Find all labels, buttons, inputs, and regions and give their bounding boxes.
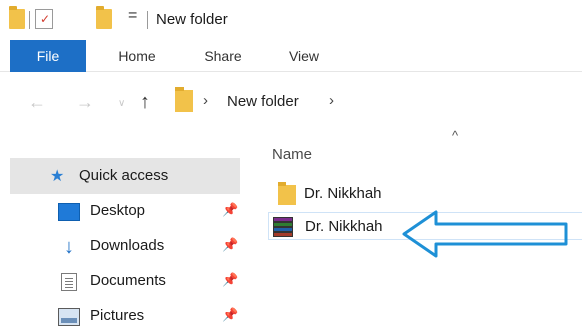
sidebar-item-desktop[interactable]: Desktop 📌 [58,200,248,224]
file-name: Dr. Nikkhah [304,185,382,202]
title-bar: ✓ = New folder [0,0,582,40]
file-name: Dr. Nikkhah [305,218,383,235]
forward-arrow-icon[interactable]: → [76,90,94,114]
desktop-icon [58,203,80,221]
breadcrumb-chevron-icon[interactable]: › [329,92,334,109]
documents-icon [61,273,77,291]
tab-share[interactable]: Share [188,40,258,72]
annotation-arrow [402,210,568,258]
properties-icon[interactable]: ✓ [35,9,53,29]
breadcrumb-new-folder[interactable]: New folder [227,93,299,110]
tab-home[interactable]: Home [102,40,172,72]
pin-icon[interactable]: 📌 [222,237,238,253]
up-arrow-icon[interactable]: ↑ [140,90,150,114]
sidebar-item-label: Desktop [90,202,146,219]
ribbon-tabs: File Home Share View [0,40,582,72]
pin-icon[interactable]: 📌 [222,272,238,288]
sidebar-item-label: Downloads [90,237,165,254]
folder-icon [9,6,25,29]
customize-toolbar-dropdown[interactable]: = [128,7,137,25]
pin-icon[interactable]: 📌 [222,202,238,218]
winrar-archive-icon [273,217,293,237]
sidebar-item-documents[interactable]: Documents 📌 [58,270,248,294]
recent-locations-chevron-icon[interactable]: ∨ [118,92,125,116]
tab-file[interactable]: File [10,40,86,72]
new-folder-icon[interactable] [96,6,112,29]
breadcrumb-chevron-icon[interactable]: › [203,92,208,109]
pin-icon[interactable]: 📌 [222,307,238,323]
sidebar-item-downloads[interactable]: ↓ Downloads 📌 [58,235,248,259]
toolbar-separator [29,11,30,29]
sidebar-item-pictures[interactable]: Pictures 📌 [58,305,248,327]
pictures-icon [58,308,80,326]
back-arrow-icon[interactable]: ← [28,90,46,114]
sort-ascending-icon[interactable]: ^ [452,128,458,143]
folder-icon [278,182,296,205]
sidebar-item-label: Pictures [90,307,145,324]
column-header-name[interactable]: Name [272,146,312,163]
list-item[interactable]: Dr. Nikkhah [268,180,582,208]
tab-view[interactable]: View [272,40,336,72]
sidebar-item-label: Documents [90,272,166,289]
download-icon: ↓ [64,236,74,258]
toolbar-separator [147,11,148,29]
star-icon: ★ [50,168,65,185]
address-folder-icon [175,87,193,112]
window-title: New folder [156,11,228,28]
sidebar-item-label: Quick access [79,167,169,184]
